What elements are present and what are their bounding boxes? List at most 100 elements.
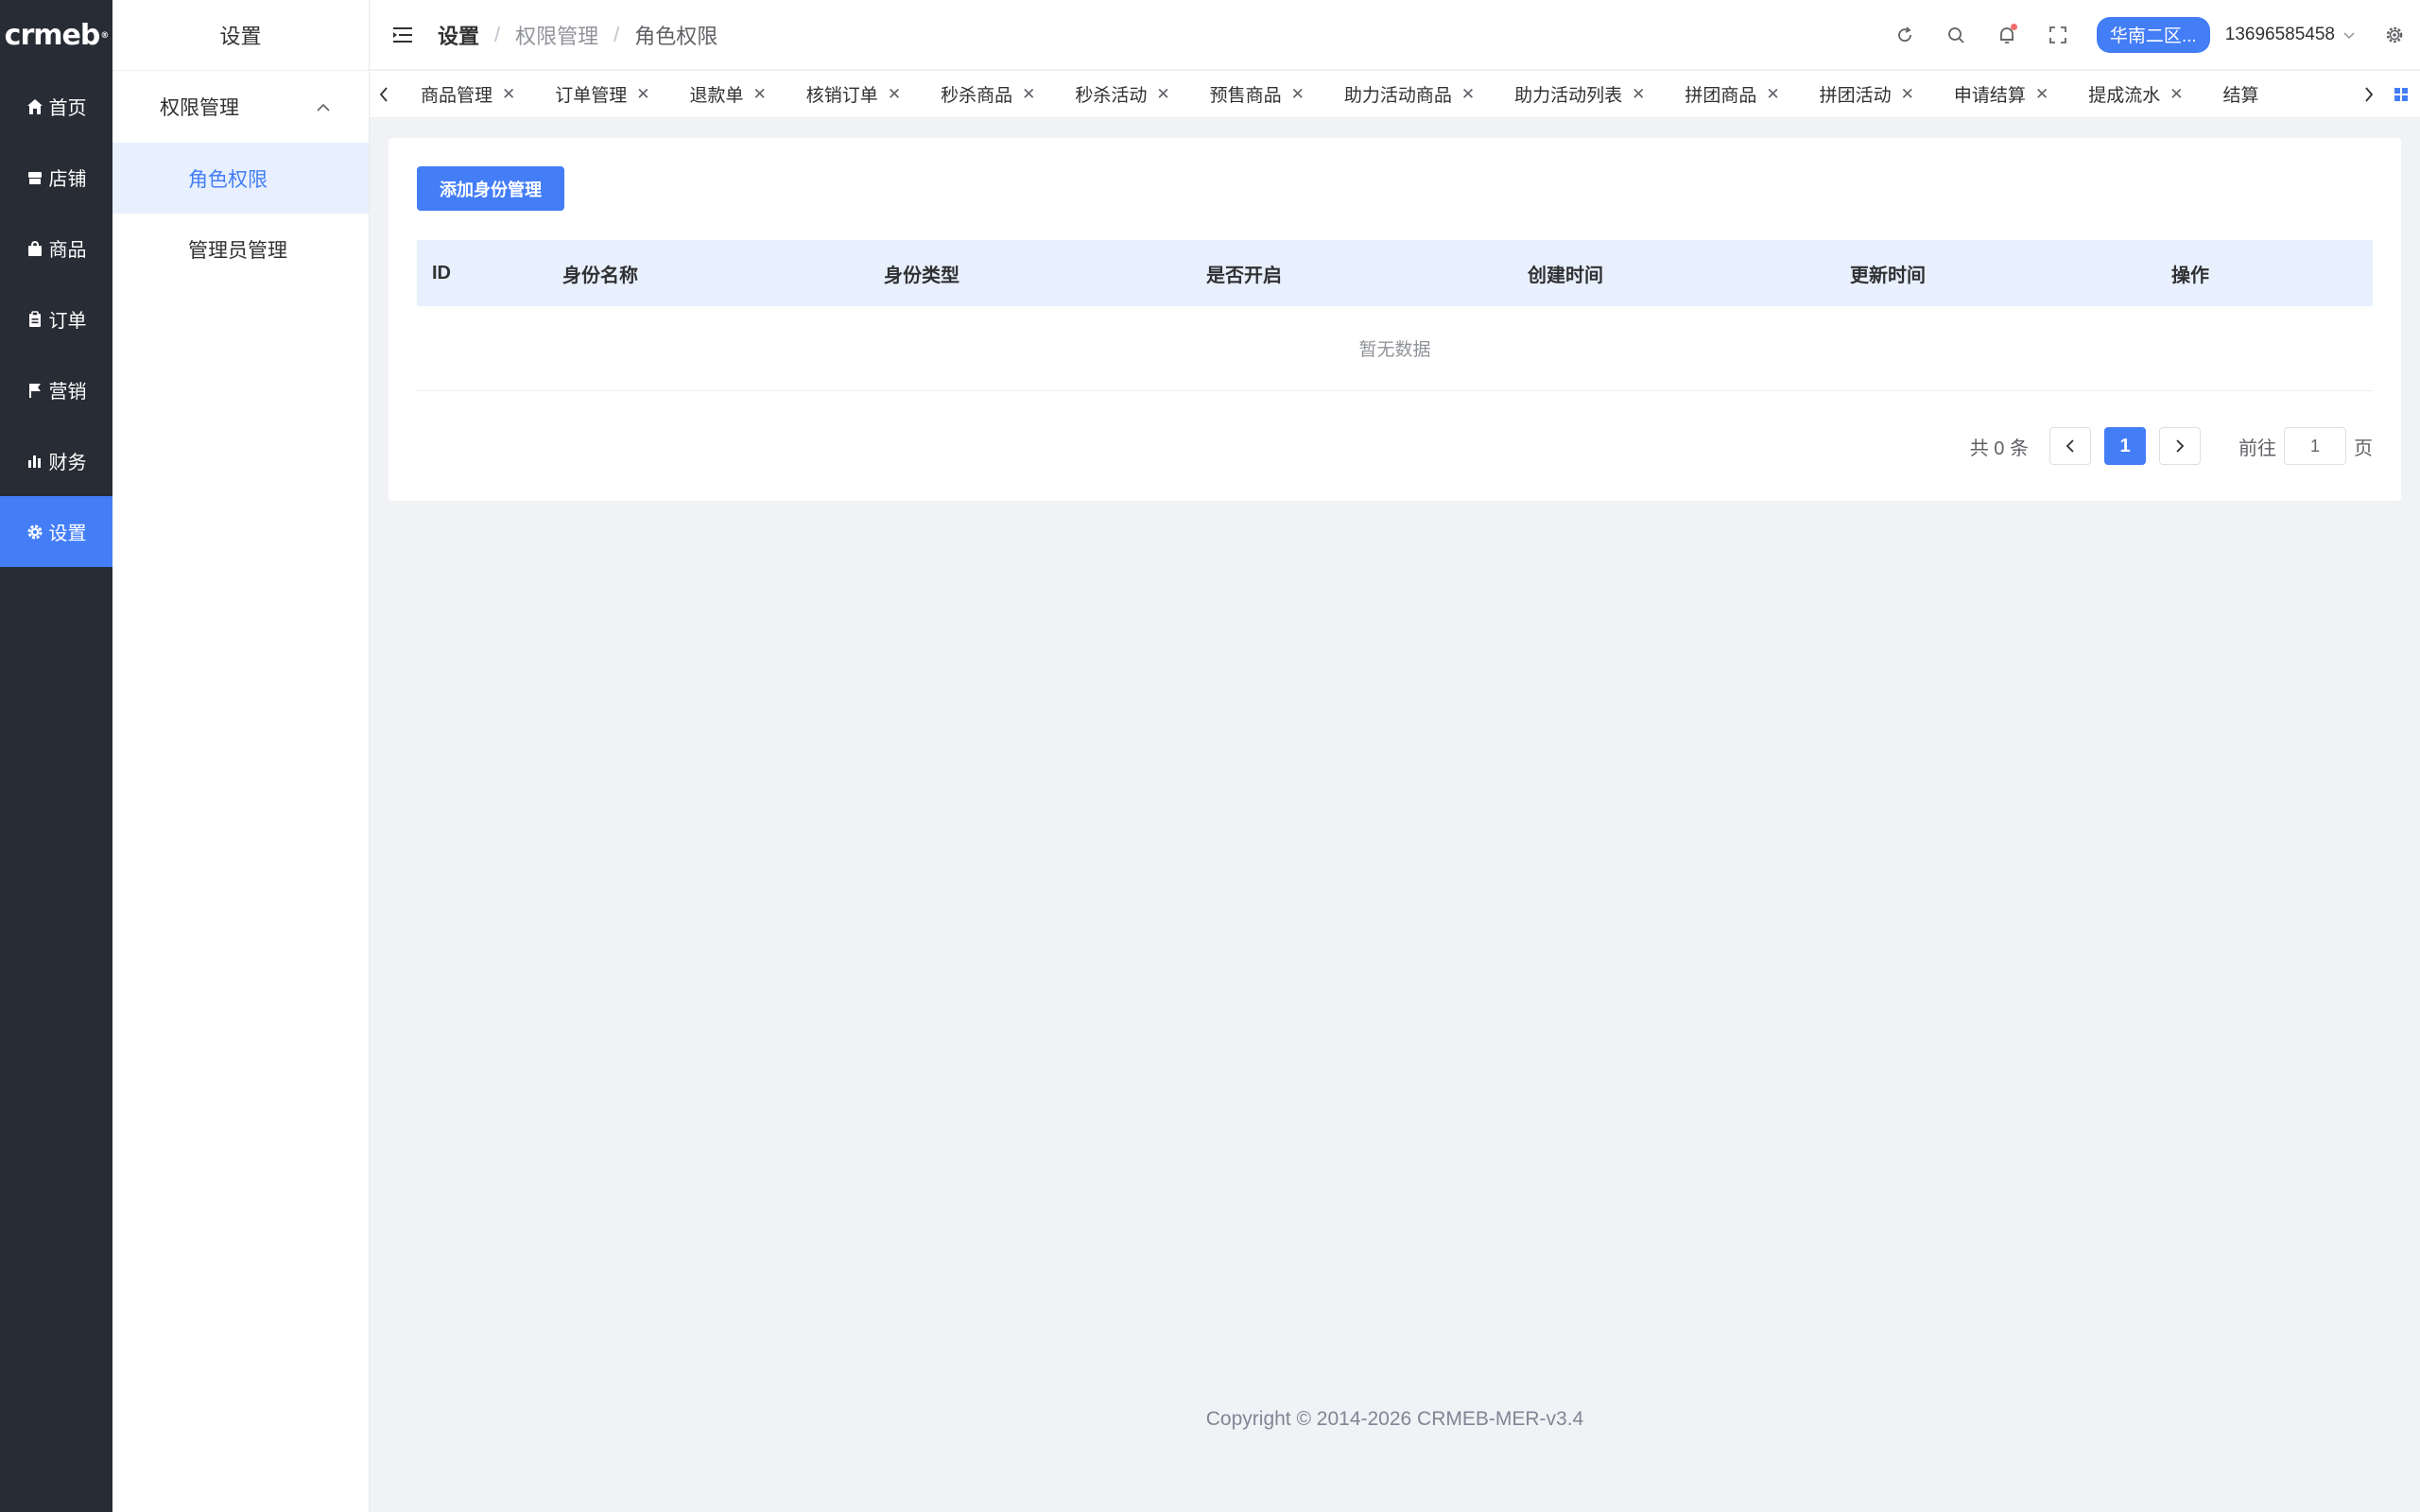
tab-label: 结算	[2222, 86, 2259, 106]
close-icon[interactable]: ✕	[1461, 85, 1475, 104]
tab-item[interactable]: 提成流水 ✕	[2066, 71, 2200, 117]
column-header-enabled: 是否开启	[1206, 265, 1282, 286]
submenu-title: 设置	[112, 0, 369, 71]
tab-label: 助力活动列表	[1514, 86, 1623, 106]
tab-item[interactable]: 核销订单 ✕	[784, 71, 918, 117]
tab-item[interactable]: 秒杀活动 ✕	[1052, 71, 1186, 117]
table-empty-text: 暂无数据	[417, 306, 2373, 391]
top-header: 设置 / 权限管理 / 角色权限 华南二区... 13696585458	[370, 0, 2420, 70]
submenu-item-role-permissions[interactable]: 角色权限	[112, 143, 369, 214]
sidebar-item-label: 商品	[48, 240, 87, 261]
tab-item[interactable]: 秒杀商品 ✕	[918, 71, 1052, 117]
search-icon[interactable]	[1944, 23, 1968, 47]
sidebar-item-label: 设置	[48, 524, 87, 544]
tab-item[interactable]: 助力活动商品 ✕	[1322, 71, 1492, 117]
prev-page-button[interactable]	[2049, 427, 2091, 465]
flag-icon	[26, 382, 43, 399]
column-header-role-type: 身份类型	[884, 265, 959, 286]
close-icon[interactable]: ✕	[1632, 85, 1645, 104]
tab-label: 订单管理	[555, 86, 628, 106]
tab-label: 秒杀活动	[1075, 86, 1148, 106]
close-icon[interactable]: ✕	[888, 85, 901, 104]
sidebar-item-store[interactable]: 店铺	[0, 142, 112, 213]
next-page-button[interactable]	[2159, 427, 2201, 465]
sidebar-item-marketing[interactable]: 营销	[0, 354, 112, 425]
sidebar-item-settings[interactable]: 设置	[0, 496, 112, 567]
sidebar-item-label: 首页	[48, 98, 87, 119]
logo[interactable]: crmeb ®	[0, 0, 112, 71]
gear-icon	[26, 524, 43, 541]
tab-item[interactable]: 申请结算 ✕	[1931, 71, 2066, 117]
close-icon[interactable]: ✕	[753, 85, 767, 104]
breadcrumb-item[interactable]: 权限管理	[515, 20, 598, 50]
tab-item[interactable]: 结算	[2200, 71, 2275, 117]
breadcrumb-item[interactable]: 设置	[438, 20, 479, 50]
notification-bell-icon[interactable]	[1995, 23, 2019, 47]
add-role-button[interactable]: 添加身份管理	[417, 166, 564, 211]
roles-table: ID 身份名称 身份类型 是否开启 创建时间 更新时间 操作 暂无数据	[417, 240, 2373, 391]
close-icon[interactable]: ✕	[636, 85, 649, 104]
tab-item[interactable]: 拼团活动 ✕	[1797, 71, 1931, 117]
tab-label: 退款单	[689, 86, 744, 106]
breadcrumb-separator: /	[494, 22, 501, 46]
tab-label: 核销订单	[805, 86, 878, 106]
tab-item[interactable]: 商品管理 ✕	[398, 71, 532, 117]
sidebar-item-orders[interactable]: 订单	[0, 284, 112, 354]
close-icon[interactable]: ✕	[2169, 85, 2183, 104]
close-icon[interactable]: ✕	[1901, 85, 1914, 104]
tab-label: 提成流水	[2088, 86, 2161, 106]
goto-page: 前往 页	[2238, 427, 2373, 465]
refresh-icon[interactable]	[1893, 23, 1917, 47]
tabs-scroll-right-icon[interactable]	[2360, 71, 2378, 117]
main-sidebar: crmeb ® 首页 店铺 商品 订单 营销 财务 设置	[0, 0, 112, 1512]
tab-label: 拼团活动	[1819, 86, 1892, 106]
tab-label: 助力活动商品	[1343, 86, 1452, 106]
tab-item[interactable]: 订单管理 ✕	[532, 71, 666, 117]
tab-item[interactable]: 预售商品 ✕	[1187, 71, 1322, 117]
user-dropdown[interactable]: 13696585458	[2225, 25, 2356, 45]
close-icon[interactable]: ✕	[1766, 85, 1779, 104]
tab-item[interactable]: 退款单 ✕	[667, 71, 784, 117]
close-icon[interactable]: ✕	[1022, 85, 1035, 104]
store-icon	[26, 169, 43, 186]
chevron-down-icon	[2342, 25, 2356, 45]
home-icon	[26, 98, 43, 115]
tab-label: 申请结算	[1953, 86, 2026, 106]
fullscreen-icon[interactable]	[2046, 23, 2070, 47]
bar-chart-icon	[26, 453, 43, 470]
close-icon[interactable]: ✕	[1291, 85, 1305, 104]
bag-icon	[26, 240, 43, 257]
footer-copyright: Copyright © 2014-2026 CRMEB-MER-v3.4	[1205, 1408, 1584, 1430]
sidebar-item-home[interactable]: 首页	[0, 71, 112, 142]
tabs-menu-grid-icon[interactable]	[2394, 87, 2409, 102]
tabs-scroll-left-icon[interactable]	[370, 71, 398, 117]
close-icon[interactable]: ✕	[1156, 85, 1169, 104]
sidebar-item-label: 财务	[48, 453, 87, 473]
region-switch-button[interactable]: 华南二区...	[2096, 16, 2210, 53]
tab-label: 商品管理	[421, 86, 493, 106]
breadcrumb: 设置 / 权限管理 / 角色权限	[438, 20, 717, 50]
tab-item[interactable]: 拼团商品 ✕	[1662, 71, 1796, 117]
pagination: 共 0 条 1 前往 页	[1970, 427, 2373, 465]
tabs-bar: 商品管理 ✕ 订单管理 ✕ 退款单 ✕ 核销订单 ✕ 秒杀商品 ✕ 秒杀活动 ✕ 预售商品 ✕…	[370, 71, 2420, 118]
collapse-menu-icon[interactable]	[392, 24, 415, 46]
tab-item[interactable]: 助力活动列表 ✕	[1492, 71, 1662, 117]
page-number-button[interactable]: 1	[2104, 427, 2146, 465]
close-icon[interactable]: ✕	[2035, 85, 2048, 104]
breadcrumb-item-current: 角色权限	[634, 24, 718, 48]
sub-menu: 设置 权限管理 角色权限 管理员管理	[112, 0, 370, 1512]
close-icon[interactable]: ✕	[502, 85, 515, 104]
submenu-item-admin-management[interactable]: 管理员管理	[112, 214, 369, 284]
header-actions: 华南二区... 13696585458	[1893, 16, 2420, 53]
settings-gear-icon[interactable]	[2382, 23, 2407, 47]
logo-text: crmeb	[4, 19, 101, 52]
submenu-group-permissions[interactable]: 权限管理	[112, 71, 369, 143]
column-header-created-at: 创建时间	[1528, 265, 1603, 286]
goto-page-input[interactable]	[2284, 427, 2346, 465]
sidebar-item-finance[interactable]: 财务	[0, 425, 112, 496]
tabs-list: 商品管理 ✕ 订单管理 ✕ 退款单 ✕ 核销订单 ✕ 秒杀商品 ✕ 秒杀活动 ✕ 预售商品 ✕…	[398, 71, 2354, 117]
sidebar-item-label: 营销	[48, 382, 87, 403]
page-suffix: 页	[2354, 438, 2373, 459]
sidebar-item-products[interactable]: 商品	[0, 213, 112, 284]
sidebar-item-label: 店铺	[48, 169, 87, 190]
